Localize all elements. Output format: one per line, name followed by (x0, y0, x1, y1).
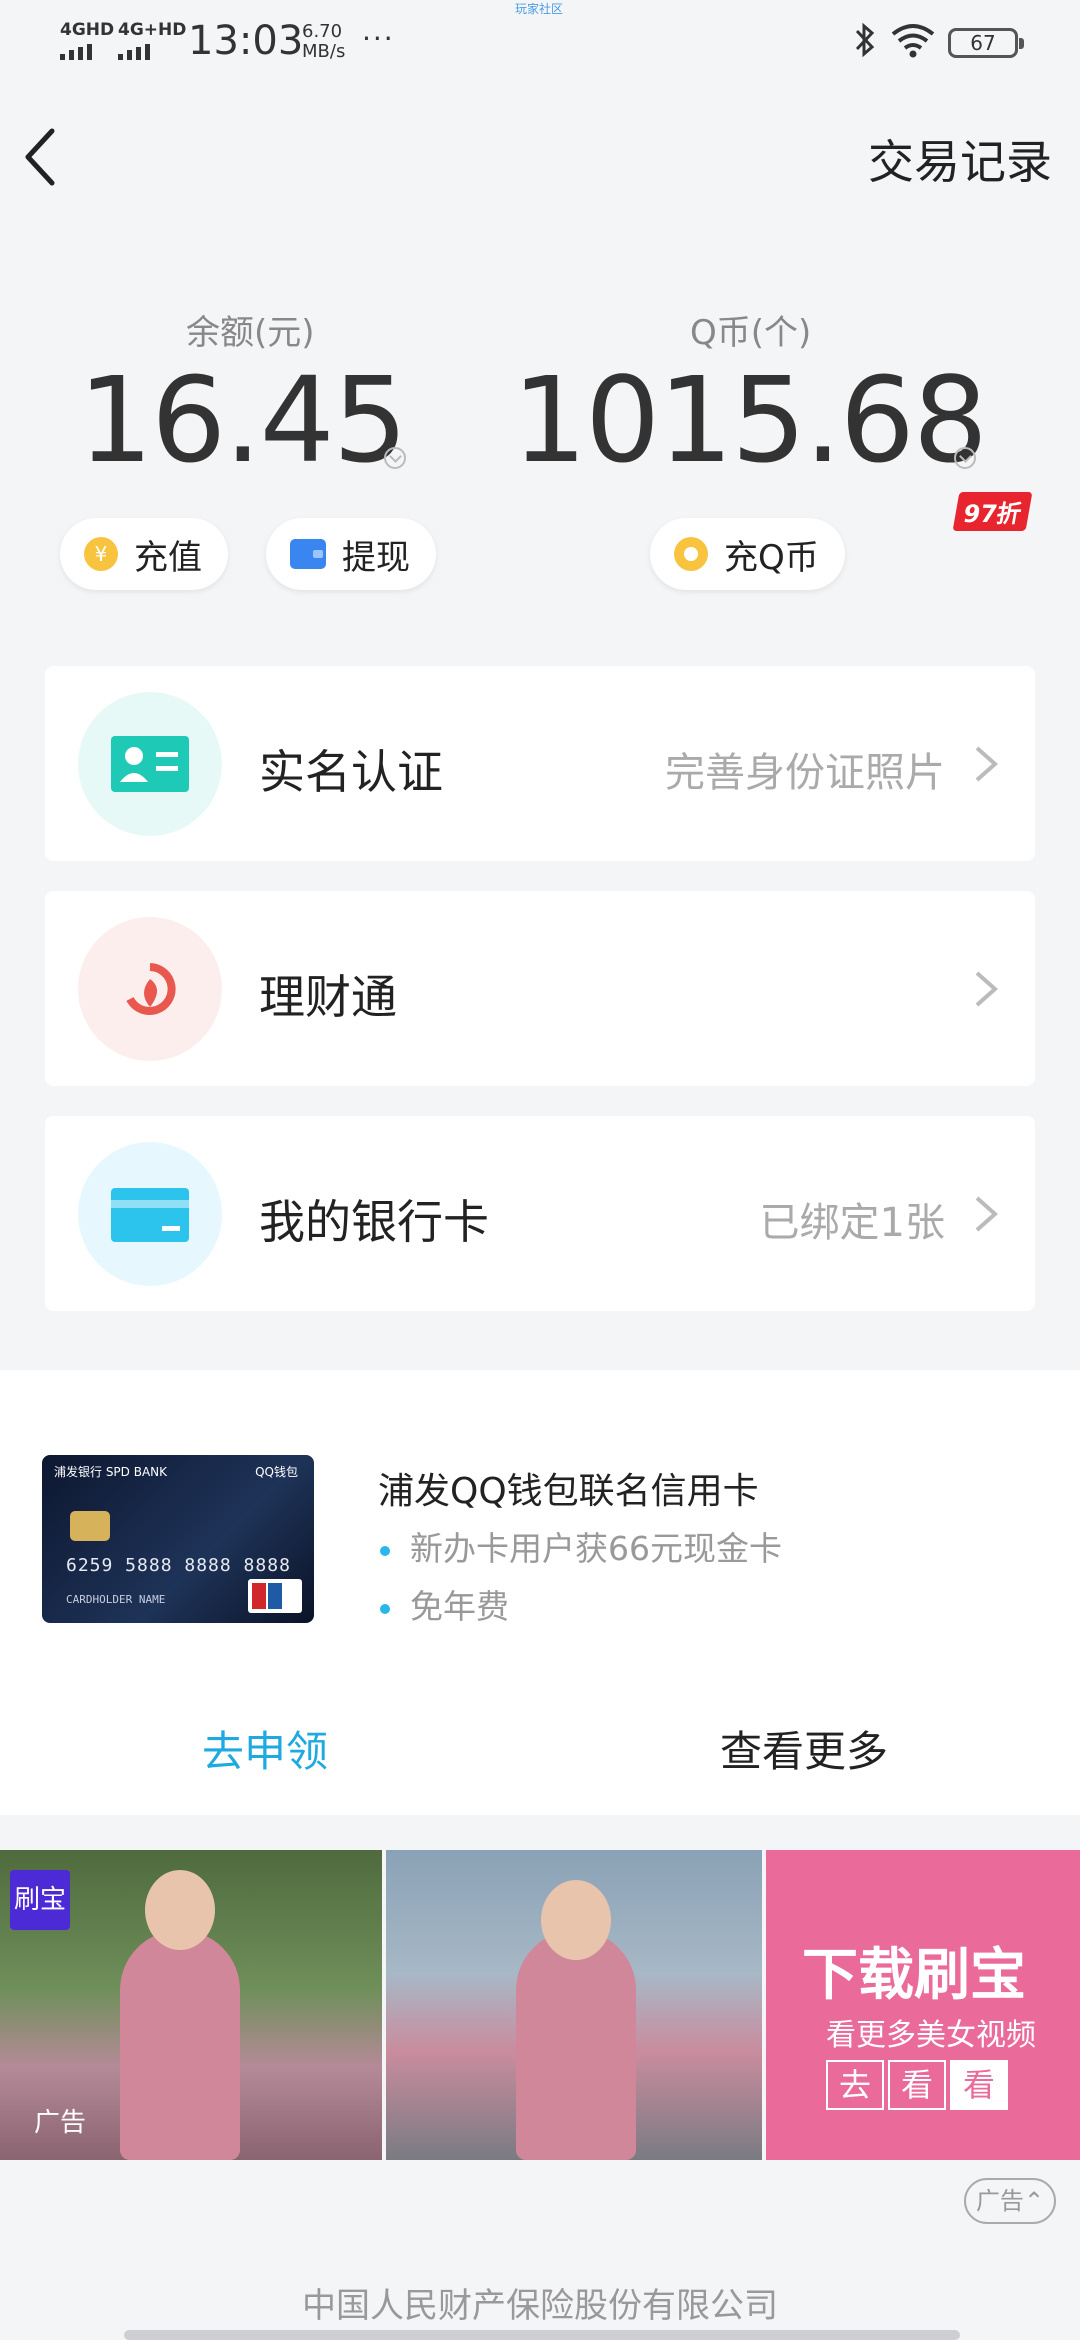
network-speed: 6.70 MB/s (302, 22, 345, 62)
item-title: 我的银行卡 (259, 1195, 489, 1249)
card-qq-wallet: QQ钱包 (255, 1465, 298, 1479)
ad-collapse-button[interactable]: 广告⌃ (964, 2178, 1056, 2224)
balance-label: 余额(元) (186, 313, 315, 353)
chevron-up-icon: ⌃ (1023, 2187, 1045, 2215)
status-bar: 4GHD 4G+HD 13:03 6.70 MB/s ··· 玩家社区 67 (0, 0, 1080, 80)
ad-panel: 下载刷宝 看更多美女视频 去 看 看 (766, 1850, 1080, 2160)
wallet-icon (290, 539, 326, 569)
network-type-1: 4GHD (60, 20, 115, 40)
id-card-icon (78, 692, 222, 836)
qcoin-label: Q币(个) (690, 313, 812, 353)
my-bank-cards-item[interactable]: 我的银行卡 已绑定1张 (45, 1116, 1035, 1311)
yuan-coin-icon: ¥ (84, 537, 118, 571)
footer-company: 中国人民财产保险股份有限公司 (302, 2286, 778, 2326)
network-type-2: 4G+HD (118, 20, 187, 40)
speed-value: 6.70 (302, 21, 343, 42)
item-subtitle: 已绑定1张 (759, 1200, 945, 1246)
withdraw-label: 提现 (342, 537, 410, 578)
back-button[interactable] (18, 125, 68, 189)
credit-card-promo: 浦发银行 SPD BANK QQ钱包 6259 5888 8888 8888 C… (0, 1370, 1080, 1815)
recharge-qcoin-label: 充Q币 (724, 537, 819, 578)
item-title: 理财通 (259, 970, 397, 1024)
signal-indicator-1: 4GHD (60, 20, 115, 60)
signal-indicator-2: 4G+HD (118, 20, 187, 60)
item-subtitle: 完善身份证照片 (665, 750, 945, 796)
promo-bullet: 免年费 (380, 1580, 509, 1628)
recharge-qcoin-button[interactable]: 充Q币 (650, 518, 845, 590)
chevron-right-icon (975, 746, 999, 782)
card-chip-icon (70, 1511, 110, 1541)
promo-bullet: 新办卡用户获66元现金卡 (380, 1522, 782, 1570)
unionpay-logo-icon (248, 1579, 302, 1613)
card-number: 6259 5888 8888 8888 (66, 1555, 291, 1576)
card-bank-name: 浦发银行 SPD BANK (54, 1465, 168, 1479)
ad-photo-middle (386, 1850, 762, 2160)
transaction-records-link[interactable]: 交易记录 (868, 126, 1052, 192)
card-holder: CARDHOLDER NAME (66, 1593, 166, 1606)
item-title: 实名认证 (259, 745, 443, 799)
ad-cta[interactable]: 去 看 看 (826, 2060, 1012, 2110)
status-tiny-text: 玩家社区 (515, 2, 564, 16)
ad-tag: 广告 (34, 2108, 87, 2138)
qcoin-icon (674, 537, 708, 571)
chevron-right-icon (975, 971, 999, 1007)
ad-headline: 下载刷宝 (802, 1943, 1026, 2008)
home-indicator[interactable] (124, 2330, 960, 2340)
apply-button[interactable]: 去申领 (202, 1718, 328, 1779)
more-notifications-icon: ··· (362, 22, 395, 55)
licaitong-icon (78, 917, 222, 1061)
speed-unit: MB/s (302, 41, 346, 62)
qcoin-value[interactable]: 1015.68 (512, 360, 988, 480)
discount-badge: 97折 (952, 492, 1033, 531)
licaitong-item[interactable]: 理财通 (45, 891, 1035, 1086)
recharge-button[interactable]: ¥ 充值 (60, 518, 228, 590)
credit-card-image[interactable]: 浦发银行 SPD BANK QQ钱包 6259 5888 8888 8888 C… (42, 1455, 314, 1623)
view-more-button[interactable]: 查看更多 (720, 1718, 888, 1779)
signal-bars-icon (60, 43, 114, 60)
bluetooth-icon (855, 22, 875, 58)
qcoin-expand-icon[interactable] (954, 447, 976, 469)
clock: 13:03 (188, 18, 304, 64)
promo-title[interactable]: 浦发QQ钱包联名信用卡 (378, 1462, 759, 1514)
ad-banner[interactable]: 下载刷宝 看更多美女视频 去 看 看 刷宝 广告 (0, 1850, 1080, 2160)
shuabao-logo: 刷宝 (10, 1870, 70, 1930)
signal-bars-icon (118, 43, 186, 60)
real-name-verification-item[interactable]: 实名认证 完善身份证照片 (45, 666, 1035, 861)
chevron-right-icon (975, 1196, 999, 1232)
bank-card-icon (78, 1142, 222, 1286)
balance-expand-icon[interactable] (384, 447, 406, 469)
withdraw-button[interactable]: 提现 (266, 518, 436, 590)
wifi-icon (891, 24, 935, 58)
balance-value[interactable]: 16.45 (78, 360, 408, 480)
ad-subline: 看更多美女视频 (826, 2018, 1036, 2053)
battery-icon: 67 (948, 28, 1024, 58)
recharge-label: 充值 (134, 537, 202, 578)
